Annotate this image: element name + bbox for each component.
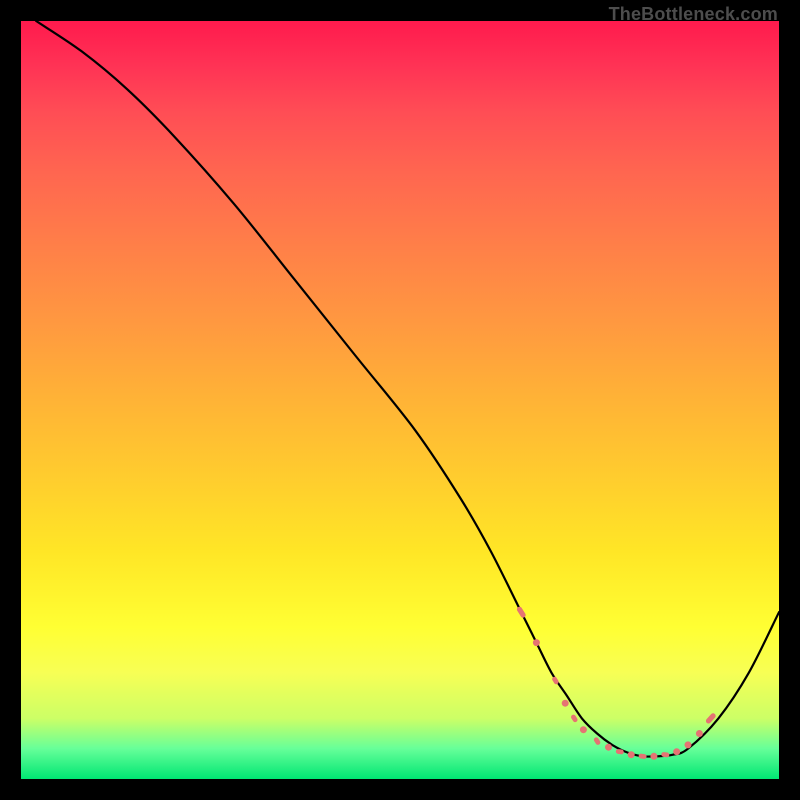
- curve-line: [36, 21, 779, 757]
- plot-area: [21, 21, 779, 779]
- curve-svg: [21, 21, 779, 779]
- marker-pill: [593, 736, 601, 745]
- attribution-label: TheBottleneck.com: [609, 4, 778, 25]
- marker-pill: [638, 753, 647, 759]
- marker-dot: [605, 744, 612, 751]
- marker-dot: [580, 726, 587, 733]
- marker-dot: [685, 741, 692, 748]
- marker-dot: [673, 748, 680, 755]
- marker-dot: [650, 753, 657, 760]
- trough-markers: [516, 606, 717, 760]
- marker-dot: [562, 700, 569, 707]
- marker-pill: [570, 714, 578, 723]
- chart-frame: TheBottleneck.com: [0, 0, 800, 800]
- marker-dot: [533, 639, 540, 646]
- marker-pill: [516, 606, 527, 619]
- marker-dot: [696, 730, 703, 737]
- marker-dot: [628, 751, 635, 758]
